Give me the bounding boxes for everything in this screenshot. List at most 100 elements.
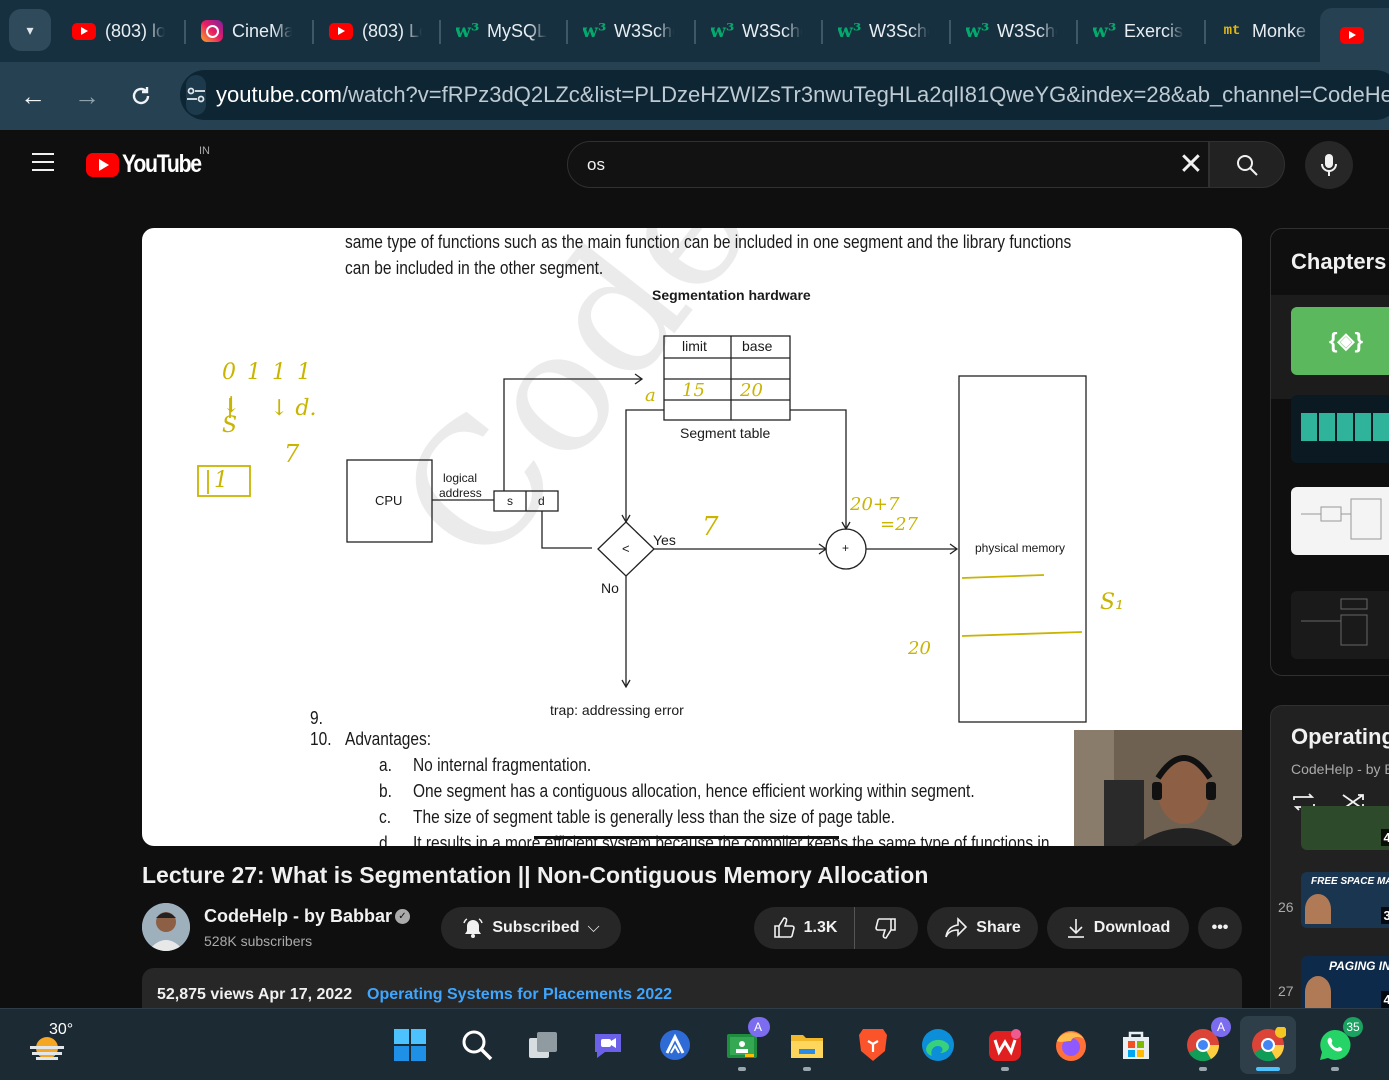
channel-avatar[interactable] — [142, 903, 190, 951]
reload-button[interactable] — [124, 79, 158, 113]
taskbar-search-button[interactable] — [457, 1025, 497, 1065]
thumbs-up-icon — [773, 917, 795, 938]
chapter-item[interactable] — [1271, 591, 1389, 675]
tab-title: MySQL — [487, 20, 547, 41]
active-browser-tab[interactable] — [1320, 8, 1389, 62]
tab-search-button[interactable]: ▾ — [9, 9, 51, 51]
file-explorer-button[interactable] — [787, 1025, 827, 1065]
taskbar-app[interactable] — [655, 1025, 695, 1065]
download-button[interactable]: Download — [1047, 907, 1189, 949]
physical-memory-label: physical memory — [975, 541, 1066, 555]
playlist-thumbnail[interactable]: PAGING IN O 47 — [1301, 956, 1389, 1012]
w3schools-icon: w³ — [838, 20, 862, 42]
browser-tab[interactable]: w³ MySQL — [456, 14, 547, 48]
browser-tab[interactable]: w³ W3Scho — [711, 14, 802, 48]
more-actions-button[interactable]: ••• — [1198, 907, 1242, 949]
clear-search-button[interactable]: ✕ — [1175, 147, 1207, 181]
forward-button[interactable]: → — [70, 79, 104, 113]
search-button[interactable] — [1209, 141, 1285, 188]
playlist-title[interactable]: Operating — [1291, 724, 1389, 750]
ink-annotation: 0 1 1 1 — [222, 360, 313, 385]
browser-tab[interactable]: w³ W3Scho — [583, 14, 674, 48]
chapter-item[interactable]: {◈} — [1271, 295, 1389, 399]
edge-browser-button[interactable] — [918, 1025, 958, 1065]
list-marker: a. — [379, 755, 392, 775]
playlist-link[interactable]: Operating Systems for Placements 2022 — [367, 986, 672, 1004]
site-info-button[interactable] — [186, 75, 206, 115]
chrome-profile-button[interactable]: A — [1183, 1017, 1231, 1065]
store-icon — [1123, 1031, 1149, 1059]
active-indicator — [1256, 1067, 1280, 1071]
tab-divider — [694, 20, 696, 44]
back-button[interactable]: ← — [16, 79, 50, 113]
url-path: /watch?v=fRPz3dQ2LZc&list=PLDzeHZWIZsTr3… — [341, 82, 1389, 107]
chrome-active-button[interactable] — [1248, 1025, 1288, 1065]
folder-icon — [791, 1035, 823, 1058]
share-button[interactable]: Share — [927, 907, 1038, 949]
arrow-left-icon: ← — [20, 80, 46, 111]
browser-tab[interactable]: w³ W3Scho — [838, 14, 929, 48]
playlist-thumbnail: 49 — [1301, 806, 1389, 850]
address-bar[interactable]: youtube.com/watch?v=fRPz3dQ2LZc&list=PLD… — [180, 70, 1389, 120]
ink-annotation: 7 — [702, 512, 719, 542]
tab-divider — [949, 20, 951, 44]
youtube-icon — [72, 22, 96, 40]
firefox-button[interactable] — [1051, 1025, 1091, 1065]
taskbar-chat-app[interactable] — [588, 1025, 628, 1065]
whatsapp-button[interactable]: 35 — [1315, 1017, 1363, 1065]
wps-office-button[interactable] — [985, 1025, 1025, 1065]
tab-divider — [312, 20, 314, 44]
tab-title: (803) lo — [105, 20, 165, 41]
brave-browser-button[interactable] — [853, 1025, 893, 1065]
close-icon: ✕ — [1178, 147, 1204, 181]
share-label: Share — [976, 919, 1021, 936]
tab-divider — [184, 20, 186, 44]
browser-tab[interactable]: CineMa — [201, 14, 292, 48]
d-label: d — [538, 494, 545, 508]
guide-menu-button[interactable] — [32, 153, 54, 177]
chapter-item[interactable] — [1271, 487, 1389, 591]
duration-label: 31 — [1380, 907, 1389, 924]
running-indicator — [738, 1067, 746, 1071]
search-input[interactable] — [587, 154, 1147, 175]
microsoft-store-button[interactable] — [1116, 1025, 1156, 1065]
browser-tab[interactable]: w³ Exercise — [1093, 14, 1184, 48]
yes-label: Yes — [653, 532, 676, 548]
like-button[interactable]: 1.3K — [755, 907, 855, 949]
subscribed-button[interactable]: Subscribed ⌵ — [441, 907, 621, 949]
tab-divider — [821, 20, 823, 44]
browser-tab[interactable]: w³ W3Scho — [966, 14, 1057, 48]
ink-annotation: a — [645, 385, 656, 406]
ink-annotation: 20+7 — [850, 494, 900, 515]
browser-tab[interactable]: mt Monke — [1221, 14, 1312, 48]
playlist-thumbnail[interactable]: FREE SPACE MANAGE 31 — [1301, 872, 1389, 928]
channel-name[interactable]: CodeHelp - by Babbar — [204, 906, 392, 927]
chapter-thumbnail — [1291, 591, 1389, 659]
reload-icon — [132, 87, 150, 105]
duration-label: 49 — [1380, 829, 1389, 846]
dislike-button[interactable] — [855, 907, 917, 949]
voice-search-button[interactable] — [1305, 141, 1353, 189]
video-player[interactable]: CodeHelp same type of functions such as … — [142, 228, 1242, 846]
ink-annotation: 15 — [682, 380, 705, 401]
ink-annotation: ↓ S — [222, 393, 241, 438]
ink-annotation: S₁ — [1100, 590, 1124, 615]
task-view-icon — [529, 1032, 557, 1058]
playlist-item[interactable]: 49 — [1301, 806, 1389, 850]
instagram-icon — [201, 20, 223, 42]
browser-tab[interactable]: (803) lo — [72, 14, 165, 48]
list-item: It results in a more efficient system be… — [413, 833, 1050, 846]
playlist-index: 27 — [1278, 983, 1294, 999]
base-header: base — [742, 338, 773, 354]
task-view-button[interactable] — [523, 1025, 563, 1065]
browser-tab[interactable]: (803) Lo — [329, 14, 422, 48]
youtube-logo[interactable]: YouTube — [86, 150, 215, 179]
playlist-index: 26 — [1278, 899, 1294, 915]
limit-header: limit — [682, 338, 707, 354]
list-number: 10. — [310, 729, 332, 749]
advantages-heading: Advantages: — [345, 729, 432, 749]
download-icon — [1067, 919, 1084, 938]
arrow-right-icon: → — [74, 80, 100, 111]
chapter-item[interactable] — [1271, 395, 1389, 499]
start-button[interactable] — [390, 1025, 430, 1065]
